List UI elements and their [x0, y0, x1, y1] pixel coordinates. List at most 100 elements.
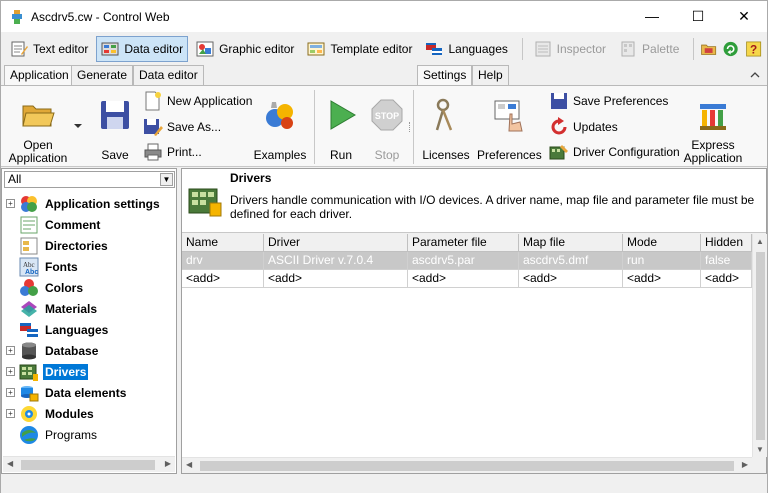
examples-label: Examples	[253, 148, 307, 162]
tree-item-programs[interactable]: Programs	[6, 424, 174, 445]
expand-icon[interactable]: +	[6, 388, 15, 397]
refresh-icon[interactable]	[722, 38, 739, 60]
folder-icon[interactable]	[700, 38, 717, 60]
column-header-hidden[interactable]: Hidden	[701, 234, 752, 252]
scroll-right-arrow-icon[interactable]: ▶	[742, 460, 748, 469]
column-header-parameter-file[interactable]: Parameter file	[408, 234, 519, 252]
tab-help[interactable]: Help	[472, 65, 509, 86]
preferences-button[interactable]: Preferences	[477, 98, 542, 162]
driver-configuration-button[interactable]: Driver Configuration	[549, 141, 680, 163]
scrollbar-thumb[interactable]	[756, 252, 765, 440]
minimize-button[interactable]: —	[629, 1, 675, 31]
tree-item-comment[interactable]: Comment	[6, 214, 174, 235]
table-row[interactable]: <add> <add> <add> <add> <add> <add>	[182, 270, 752, 288]
tree-item-data-elements[interactable]: + Data elements	[6, 382, 174, 403]
open-application-button[interactable]: Open Application	[5, 98, 71, 165]
column-header-mode[interactable]: Mode	[623, 234, 701, 252]
add-cell-parameter-file[interactable]: <add>	[408, 270, 519, 288]
expander-placeholder	[6, 220, 15, 229]
tree-item-fonts[interactable]: Abc Abc Fonts	[6, 256, 174, 277]
scrollbar-thumb[interactable]	[200, 461, 734, 471]
new-application-button[interactable]: New Application	[143, 90, 252, 112]
examples-icon	[266, 102, 293, 129]
tree-item-modules[interactable]: + Modules	[6, 403, 174, 424]
expand-icon[interactable]: +	[6, 346, 15, 355]
add-cell-driver[interactable]: <add>	[264, 270, 408, 288]
open-dropdown-arrow-icon[interactable]	[73, 122, 83, 130]
cell-driver[interactable]: ASCII Driver v.7.0.4	[264, 252, 408, 270]
tree-horizontal-scrollbar[interactable]: ◀ ▶	[3, 456, 175, 472]
licenses-button[interactable]: Licenses	[419, 98, 473, 162]
add-cell-map-file[interactable]: <add>	[519, 270, 623, 288]
expand-icon[interactable]: +	[6, 367, 15, 376]
stop-button[interactable]: STOP Stop	[367, 98, 407, 162]
expand-icon[interactable]: +	[6, 199, 15, 208]
save-button[interactable]: Save	[93, 98, 137, 162]
tree-item-database[interactable]: + Database	[6, 340, 174, 361]
tree-item-label: Directories	[45, 238, 108, 253]
combo-arrow-icon[interactable]: ▼	[160, 173, 173, 186]
save-as-button[interactable]: Save As...	[143, 116, 221, 138]
maximize-button[interactable]: ☐	[675, 1, 721, 31]
run-button[interactable]: Run	[321, 98, 361, 162]
tab-application[interactable]: Application	[4, 65, 75, 86]
tree-item-languages[interactable]: Languages	[6, 319, 174, 340]
tree-item-label: Database	[45, 343, 99, 358]
scroll-left-arrow-icon[interactable]: ◀	[7, 459, 13, 468]
tree-filter-combo[interactable]: All ▼	[4, 171, 175, 188]
collapse-ribbon-icon[interactable]	[749, 69, 761, 81]
scroll-up-arrow-icon[interactable]: ▲	[756, 237, 764, 246]
open-application-label: Open Application	[8, 138, 68, 165]
scroll-down-arrow-icon[interactable]: ▼	[756, 445, 764, 454]
tab-settings[interactable]: Settings	[417, 65, 473, 86]
column-header-map-file[interactable]: Map file	[519, 234, 623, 252]
scrollbar-thumb[interactable]	[21, 460, 155, 470]
cell-name[interactable]: drv	[182, 252, 264, 270]
tree-item-drivers[interactable]: + Drivers	[6, 361, 174, 382]
cell-hidden[interactable]: false	[701, 252, 752, 270]
save-preferences-button[interactable]: Save Preferences	[549, 90, 668, 112]
table-row[interactable]: drv ASCII Driver v.7.0.4 ascdrv5.par asc…	[182, 252, 752, 270]
palette-icon	[621, 41, 635, 57]
comment-icon	[20, 216, 38, 233]
add-cell-mode[interactable]: <add>	[623, 270, 701, 288]
column-header-name[interactable]: Name	[182, 234, 264, 252]
print-button[interactable]: Print...	[143, 141, 202, 163]
printer-icon	[144, 143, 162, 161]
expand-icon[interactable]: +	[6, 409, 15, 418]
modules-icon	[21, 405, 37, 422]
text-editor-button[interactable]: Text editor	[5, 36, 93, 62]
grid-horizontal-scrollbar[interactable]: ◀ ▶	[182, 457, 752, 473]
scroll-left-arrow-icon[interactable]: ◀	[186, 460, 192, 469]
tree-item-materials[interactable]: Materials	[6, 298, 174, 319]
data-editor-icon	[101, 42, 119, 56]
add-cell-hidden[interactable]: <add>	[701, 270, 752, 288]
cell-map-file[interactable]: ascdrv5.dmf	[519, 252, 623, 270]
template-editor-button[interactable]: Template editor	[302, 36, 417, 62]
add-cell-name[interactable]: <add>	[182, 270, 264, 288]
data-editor-button[interactable]: Data editor	[96, 36, 189, 62]
cell-mode[interactable]: run	[623, 252, 701, 270]
updates-button[interactable]: Updates	[549, 116, 618, 138]
tab-data-editor[interactable]: Data editor	[133, 65, 204, 86]
graphic-editor-button[interactable]: Graphic editor	[191, 36, 299, 62]
cell-parameter-file[interactable]: ascdrv5.par	[408, 252, 519, 270]
updates-label: Updates	[573, 120, 618, 134]
close-button[interactable]: ✕	[721, 1, 767, 31]
scroll-right-arrow-icon[interactable]: ▶	[165, 459, 171, 468]
tree-item-application-settings[interactable]: + Application settings	[6, 193, 174, 214]
grid-vertical-scrollbar[interactable]: ▲ ▼	[752, 234, 767, 457]
palette-button[interactable]: Palette	[614, 36, 684, 62]
examples-button[interactable]: Examples	[253, 98, 307, 162]
run-play-icon	[330, 100, 356, 130]
title-bar: Ascdrv5.cw - Control Web — ☐ ✕	[1, 1, 767, 32]
tree-item-directories[interactable]: Directories	[6, 235, 174, 256]
tree-item-colors[interactable]: Colors	[6, 277, 174, 298]
inspector-button[interactable]: Inspector	[529, 36, 611, 62]
express-application-button[interactable]: Express Application	[681, 98, 745, 165]
help-icon[interactable]: ?	[745, 38, 762, 60]
languages-button[interactable]: Languages	[420, 36, 512, 62]
column-header-driver[interactable]: Driver	[264, 234, 408, 252]
tree-item-label: Comment	[45, 217, 101, 232]
tab-generate[interactable]: Generate	[71, 65, 134, 86]
